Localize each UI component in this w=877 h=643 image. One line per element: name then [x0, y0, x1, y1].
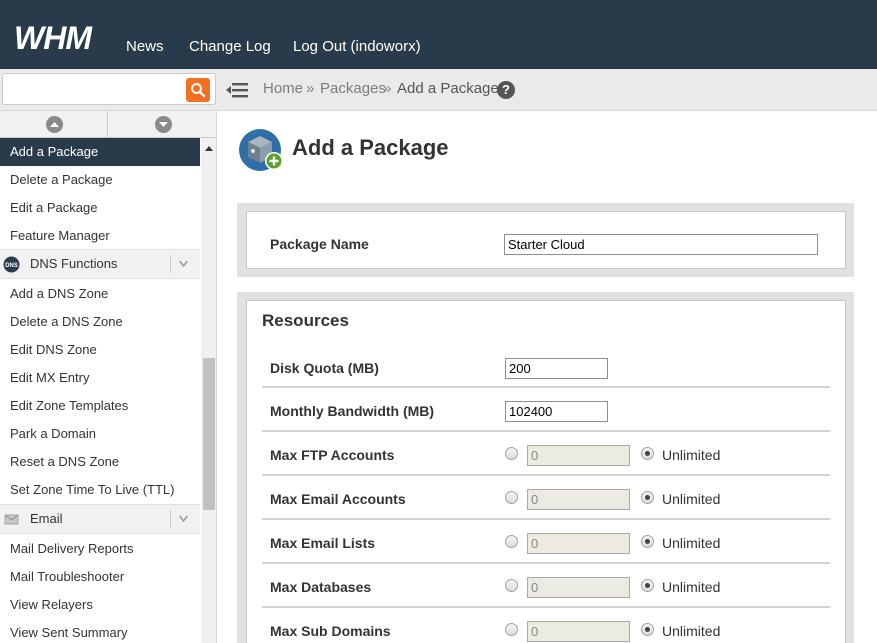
sidebar-scrollbar[interactable]	[201, 138, 216, 643]
max-db-unlimited-radio[interactable]	[641, 579, 654, 592]
email-icon	[4, 514, 19, 525]
max-email-limit-radio[interactable]	[505, 491, 518, 504]
search-input[interactable]	[3, 74, 183, 104]
max-lists-limit-radio[interactable]	[505, 535, 518, 548]
help-icon[interactable]: ?	[497, 81, 515, 99]
unlimited-label: Unlimited	[662, 623, 721, 639]
sidebar-item-mail-troubleshooter[interactable]: Mail Troubleshooter	[0, 563, 200, 591]
bandwidth-input[interactable]	[505, 401, 608, 422]
sidebar-item-edit-dns-zone[interactable]: Edit DNS Zone	[0, 336, 200, 364]
max-sub-unlimited-radio[interactable]	[641, 623, 654, 636]
scrollbar-thumb[interactable]	[203, 358, 215, 510]
scroll-down-button[interactable]	[109, 111, 216, 138]
sidebar-item-park-domain[interactable]: Park a Domain	[0, 420, 200, 448]
max-email-accounts-label: Max Email Accounts	[270, 491, 406, 507]
sidebar-item-edit-mx-entry[interactable]: Edit MX Entry	[0, 364, 200, 392]
sidebar-item-view-relayers[interactable]: View Relayers	[0, 591, 200, 619]
max-email-lists-input[interactable]	[527, 533, 630, 554]
max-lists-unlimited-radio[interactable]	[641, 535, 654, 548]
max-databases-input[interactable]	[527, 577, 630, 598]
sidebar: Add a Package Delete a Package Edit a Pa…	[0, 111, 217, 643]
search-icon	[191, 83, 206, 98]
svg-text:WHM: WHM	[14, 22, 93, 54]
row-divider	[262, 386, 830, 388]
chevron-down-icon[interactable]	[170, 255, 194, 273]
search-box	[2, 73, 216, 105]
top-header: WHM News Change Log Log Out (indoworx)	[0, 0, 877, 69]
sidebar-item-edit-package[interactable]: Edit a Package	[0, 194, 200, 222]
whm-logo[interactable]: WHM	[14, 22, 118, 54]
max-databases-label: Max Databases	[270, 579, 372, 595]
unlimited-label: Unlimited	[662, 491, 721, 507]
chevron-down-icon	[155, 116, 172, 133]
resources-title: Resources	[262, 311, 349, 330]
sidebar-item-view-sent-summary[interactable]: View Sent Summary	[0, 619, 200, 643]
max-ftp-unlimited-radio[interactable]	[641, 447, 654, 460]
breadcrumb-separator: »	[306, 80, 315, 97]
row-divider	[262, 430, 830, 432]
sidebar-item-mail-delivery-reports[interactable]: Mail Delivery Reports	[0, 535, 200, 563]
breadcrumb-separator: »	[383, 80, 392, 97]
max-email-accounts-input[interactable]	[527, 489, 630, 510]
menu-toggle-icon[interactable]	[225, 80, 249, 100]
unlimited-label: Unlimited	[662, 579, 721, 595]
max-sub-domains-input[interactable]	[527, 621, 630, 642]
sidebar-item-feature-manager[interactable]: Feature Manager	[0, 222, 200, 250]
page-title: Add a Package	[292, 135, 449, 160]
sidebar-item-delete-package[interactable]: Delete a Package	[0, 166, 200, 194]
sidebar-item-delete-dns-zone[interactable]: Delete a DNS Zone	[0, 308, 200, 336]
news-link[interactable]: News	[126, 38, 164, 55]
max-db-limit-radio[interactable]	[505, 579, 518, 592]
sidebar-item-reset-dns-zone[interactable]: Reset a DNS Zone	[0, 448, 200, 476]
package-name-input[interactable]	[504, 234, 818, 255]
unlimited-label: Unlimited	[662, 447, 721, 463]
chevron-up-icon	[46, 116, 63, 133]
max-email-lists-label: Max Email Lists	[270, 535, 376, 551]
sidebar-category-dns[interactable]: DNS DNS Functions	[0, 249, 200, 279]
dns-icon: DNS	[3, 256, 20, 273]
search-button[interactable]	[186, 78, 210, 102]
change-log-link[interactable]: Change Log	[189, 38, 271, 55]
scroll-up-button[interactable]	[0, 111, 108, 138]
row-divider	[262, 518, 830, 520]
max-email-unlimited-radio[interactable]	[641, 491, 654, 504]
row-divider	[262, 562, 830, 564]
sidebar-scroll-buttons	[0, 111, 216, 138]
max-ftp-accounts-input[interactable]	[527, 445, 630, 466]
logout-link[interactable]: Log Out (indoworx)	[293, 38, 421, 55]
breadcrumb-home[interactable]: Home	[263, 80, 303, 97]
chevron-down-icon[interactable]	[170, 510, 194, 528]
package-name-label: Package Name	[270, 236, 369, 252]
breadcrumb-packages[interactable]: Packages	[320, 80, 386, 97]
package-add-icon	[239, 129, 283, 171]
unlimited-label: Unlimited	[662, 535, 721, 551]
sidebar-category-label: DNS Functions	[30, 256, 118, 271]
disk-quota-input[interactable]	[505, 358, 608, 379]
sidebar-item-set-zone-ttl[interactable]: Set Zone Time To Live (TTL)	[0, 476, 200, 504]
sidebar-category-email[interactable]: Email	[0, 504, 200, 534]
sidebar-category-label: Email	[30, 511, 63, 526]
sidebar-item-add-dns-zone[interactable]: Add a DNS Zone	[0, 280, 200, 308]
max-sub-domains-label: Max Sub Domains	[270, 623, 391, 639]
max-sub-limit-radio[interactable]	[505, 623, 518, 636]
disk-quota-label: Disk Quota (MB)	[270, 360, 379, 376]
max-ftp-limit-radio[interactable]	[505, 447, 518, 460]
row-divider	[262, 606, 830, 608]
sidebar-item-add-package[interactable]: Add a Package	[0, 138, 200, 166]
max-ftp-accounts-label: Max FTP Accounts	[270, 447, 395, 463]
sidebar-item-edit-zone-templates[interactable]: Edit Zone Templates	[0, 392, 200, 420]
bandwidth-label: Monthly Bandwidth (MB)	[270, 403, 435, 419]
breadcrumb-current: Add a Package	[397, 80, 499, 97]
scroll-arrow-up-icon[interactable]	[205, 146, 213, 151]
row-divider	[262, 474, 830, 476]
svg-text:DNS: DNS	[5, 263, 18, 269]
